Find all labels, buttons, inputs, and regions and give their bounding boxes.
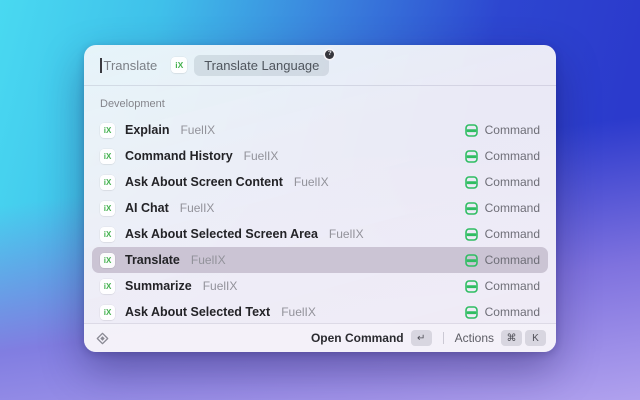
list-item[interactable]: iX AI Chat FuelIX Command (92, 195, 548, 221)
fuelix-icon: iX (171, 57, 187, 73)
list-item[interactable]: iX Explain FuelIX Command (92, 117, 548, 143)
list-item-title: Explain (125, 123, 169, 137)
search-tag-group: iX Translate Language ? (171, 55, 329, 76)
list-item-title: Ask About Selected Screen Area (125, 227, 318, 241)
fuelix-icon: iX (100, 253, 115, 268)
list-item-title: Ask About Selected Text (125, 305, 270, 319)
search-bar[interactable]: Translate iX Translate Language ? (84, 45, 556, 86)
list-item[interactable]: iX Ask About Selected Text FuelIX Comman… (92, 299, 548, 323)
footer-app-area (96, 332, 109, 345)
list-item-accessory: Command (465, 201, 540, 215)
command-type-icon (465, 306, 478, 319)
command-type-label: Command (485, 201, 540, 215)
command-type-label: Command (485, 123, 540, 137)
list-item-accessory: Command (465, 253, 540, 267)
fuelix-icon: iX (100, 175, 115, 190)
command-type-icon (465, 228, 478, 241)
footer-divider (443, 332, 444, 344)
app-logo-icon (96, 332, 109, 345)
list-item-accessory: Command (465, 279, 540, 293)
command-type-label: Command (485, 305, 540, 319)
text-cursor (100, 58, 102, 73)
command-type-icon (465, 254, 478, 267)
command-type-icon (465, 280, 478, 293)
search-input[interactable]: Translate (104, 58, 158, 73)
command-type-icon (465, 124, 478, 137)
actions-shortcut: ⌘ K (501, 330, 546, 346)
list-item-title: Translate (125, 253, 180, 267)
command-type-icon (465, 202, 478, 215)
footer-actions-area: Open Command ↵ Actions ⌘ K (311, 330, 546, 346)
list-item-title: Ask About Screen Content (125, 175, 283, 189)
list-item-accessory: Command (465, 227, 540, 241)
list-item[interactable]: iX Translate FuelIX Command (92, 247, 548, 273)
list-item[interactable]: iX Summarize FuelIX Command (92, 273, 548, 299)
command-type-label: Command (485, 149, 540, 163)
command-rows: iX Explain FuelIX Command iX Command His… (92, 117, 548, 323)
list-item[interactable]: iX Command History FuelIX Command (92, 143, 548, 169)
primary-action-label[interactable]: Open Command (311, 331, 404, 345)
list-item-accessory: Command (465, 123, 540, 137)
fuelix-icon: iX (100, 123, 115, 138)
list-item-accessory: Command (465, 175, 540, 189)
list-item-title: Summarize (125, 279, 192, 293)
list-item-subtitle: FuelIX (329, 227, 364, 241)
command-type-label: Command (485, 175, 540, 189)
list-item-subtitle: FuelIX (191, 253, 226, 267)
list-item-subtitle: FuelIX (180, 123, 215, 137)
list-item-title: AI Chat (125, 201, 169, 215)
list-item-title: Command History (125, 149, 233, 163)
list-item[interactable]: iX Ask About Screen Content FuelIX Comma… (92, 169, 548, 195)
footer-bar: Open Command ↵ Actions ⌘ K (84, 323, 556, 352)
fuelix-icon: iX (100, 149, 115, 164)
k-key-icon: K (525, 330, 546, 346)
fuelix-icon: iX (100, 279, 115, 294)
fuelix-icon: iX (100, 305, 115, 320)
command-type-icon (465, 176, 478, 189)
list-item-subtitle: FuelIX (281, 305, 316, 319)
actions-button[interactable]: Actions (455, 331, 494, 345)
argument-pill-label: Translate Language (204, 58, 319, 73)
command-type-icon (465, 150, 478, 163)
section-header: Development (100, 98, 540, 110)
list-item-accessory: Command (465, 149, 540, 163)
list-item[interactable]: iX Ask About Selected Screen Area FuelIX… (92, 221, 548, 247)
fuelix-icon: iX (100, 227, 115, 242)
argument-pill[interactable]: Translate Language ? (194, 55, 329, 76)
command-palette-window: Translate iX Translate Language ? Develo… (84, 45, 556, 352)
command-type-label: Command (485, 227, 540, 241)
list-item-subtitle: FuelIX (294, 175, 329, 189)
list-item-subtitle: FuelIX (203, 279, 238, 293)
list-item-subtitle: FuelIX (244, 149, 279, 163)
help-badge-icon[interactable]: ? (325, 50, 334, 59)
list-item-subtitle: FuelIX (180, 201, 215, 215)
command-key-icon: ⌘ (501, 330, 522, 346)
command-type-label: Command (485, 253, 540, 267)
command-type-label: Command (485, 279, 540, 293)
enter-key-icon: ↵ (411, 330, 432, 346)
list-item-accessory: Command (465, 305, 540, 319)
command-list: Development iX Explain FuelIX Command iX… (84, 86, 556, 323)
fuelix-icon: iX (100, 201, 115, 216)
